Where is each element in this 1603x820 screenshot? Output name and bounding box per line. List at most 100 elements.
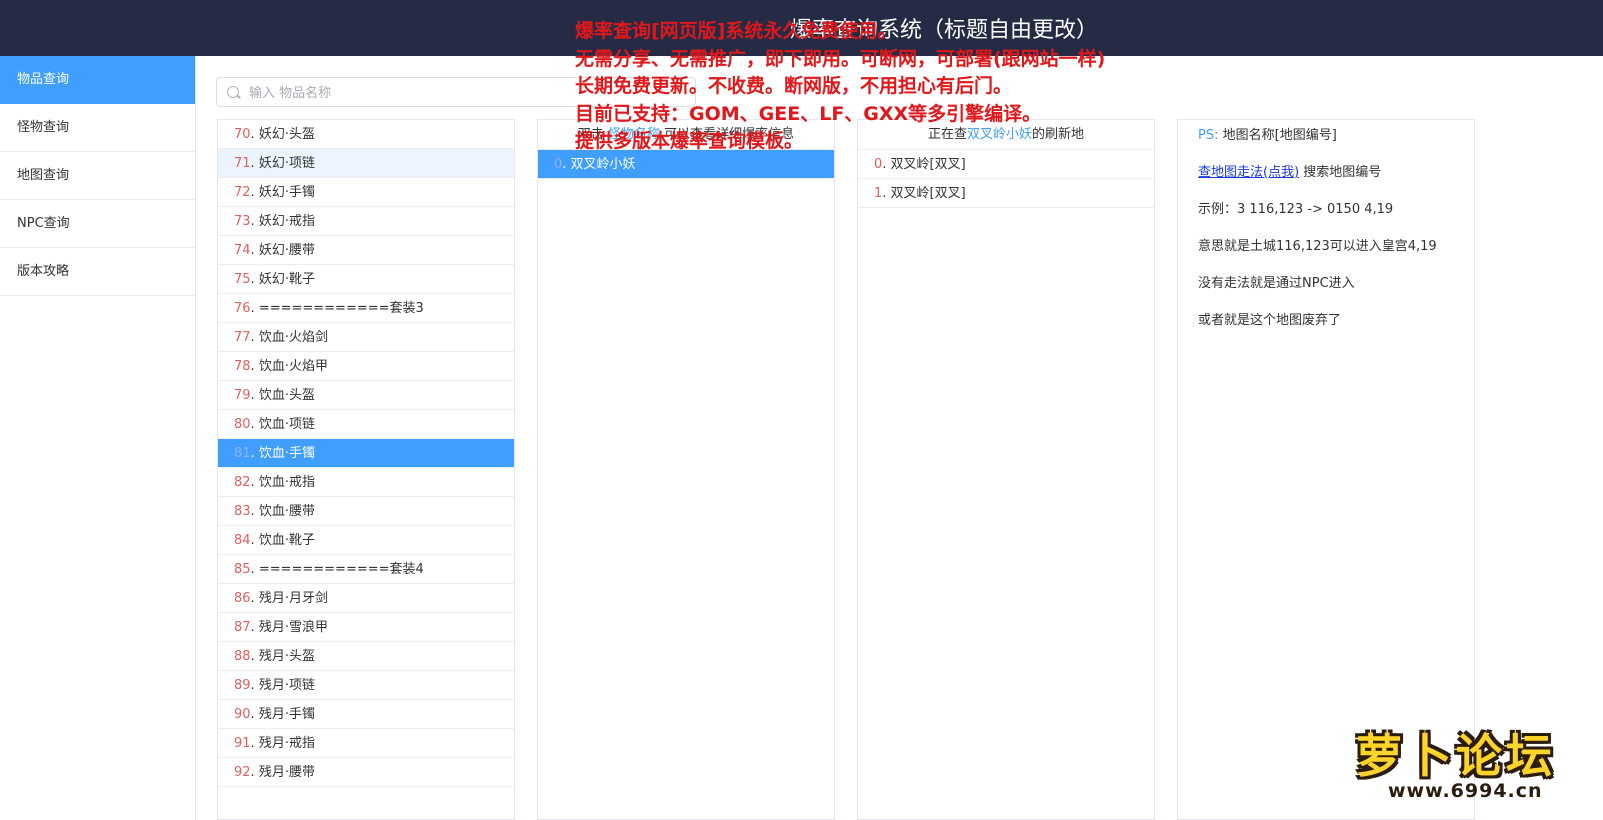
row-label: ============套装3 [258, 301, 424, 316]
item-row[interactable]: 75. 妖幻·靴子 [218, 265, 514, 294]
item-row[interactable]: 83. 饮血·腰带 [218, 497, 514, 526]
sidebar-item-map-query[interactable]: 地图查询 [0, 152, 195, 200]
watermark-logo-text: 萝卜论坛 [1356, 729, 1556, 783]
item-row[interactable]: 70. 妖幻·头盔 [218, 120, 514, 149]
item-row[interactable]: 84. 饮血·靴子 [218, 526, 514, 555]
row-label: 妖幻·靴子 [258, 272, 315, 287]
item-row[interactable]: 79. 饮血·头盔 [218, 381, 514, 410]
row-number: 90 [234, 707, 251, 722]
row-number: 75 [234, 272, 251, 287]
row-number: 76 [234, 301, 251, 316]
item-row[interactable]: 78. 饮血·火焰甲 [218, 352, 514, 381]
row-number: 71 [234, 156, 251, 171]
map-row[interactable]: 1. 双叉岭[双叉] [858, 179, 1154, 208]
row-number: 78 [234, 359, 251, 374]
row-number: 89 [234, 678, 251, 693]
sidebar-item-npc-query[interactable]: NPC查询 [0, 200, 195, 248]
item-row[interactable]: 88. 残月·头盔 [218, 642, 514, 671]
row-label: 双叉岭[双叉] [890, 157, 966, 172]
row-number: 84 [234, 533, 251, 548]
row-number: 88 [234, 649, 251, 664]
row-number: 72 [234, 185, 251, 200]
info-panel: PS: 地图名称[地图编号] 查地图走法(点我) 搜索地图编号 示例：3 116… [1177, 119, 1475, 820]
sidebar-item-monster-query[interactable]: 怪物查询 [0, 104, 195, 152]
map-panel: 正在查双叉岭小妖的刷新地 0. 双叉岭[双叉] 1. 双叉岭[双叉] [857, 119, 1155, 820]
row-label: 残月·头盔 [258, 649, 315, 664]
info-line: 意思就是土城116,123可以进入皇宫4,19 [1198, 239, 1437, 254]
promo-line: 爆率查询[网页版]系统永久免费使用。 [575, 20, 897, 42]
row-label: 妖幻·项链 [258, 156, 315, 171]
item-row[interactable]: 82. 饮血·戒指 [218, 468, 514, 497]
item-row[interactable]: 76. ============套装3 [218, 294, 514, 323]
row-label: 饮血·靴子 [258, 533, 315, 548]
search-icon [227, 86, 239, 98]
ps-line: PS: 地图名称[地图编号] [1178, 127, 1474, 145]
map-route-line: 查地图走法(点我) 搜索地图编号 [1178, 164, 1474, 182]
monster-panel: 双击 怪物名称 可以查看详细爆率信息 0. 双叉岭小妖 [537, 119, 835, 820]
row-number: 77 [234, 330, 251, 345]
row-label: 饮血·火焰甲 [258, 359, 328, 374]
ps-text: 地图名称[地图编号] [1222, 128, 1337, 143]
row-number: 81 [234, 446, 251, 461]
row-label: ============套装4 [258, 562, 424, 577]
row-number: 92 [234, 765, 251, 780]
row-label: 残月·手镯 [258, 707, 315, 722]
row-label: 妖幻·戒指 [258, 214, 315, 229]
row-number: 79 [234, 388, 251, 403]
promo-line: 长期免费更新。不收费。断网版，不用担心有后门。 [575, 75, 1013, 97]
row-label: 残月·戒指 [258, 736, 315, 751]
map-route-suffix: 搜索地图编号 [1303, 165, 1382, 180]
item-row[interactable]: 71. 妖幻·项链 [218, 149, 514, 178]
row-number: 70 [234, 127, 251, 142]
item-row[interactable]: 92. 残月·腰带 [218, 758, 514, 787]
item-row[interactable]: 85. ============套装4 [218, 555, 514, 584]
item-row[interactable]: 73. 妖幻·戒指 [218, 207, 514, 236]
item-row[interactable]: 80. 饮血·项链 [218, 410, 514, 439]
item-row[interactable]: 86. 残月·月牙剑 [218, 584, 514, 613]
row-label: 残月·雪浪甲 [258, 620, 328, 635]
row-label: 饮血·手镯 [258, 446, 315, 461]
row-number: 85 [234, 562, 251, 577]
info-line: 示例：3 116,123 -> 0150 4,19 [1198, 202, 1394, 217]
item-row[interactable]: 91. 残月·戒指 [218, 729, 514, 758]
item-row[interactable]: 74. 妖幻·腰带 [218, 236, 514, 265]
row-label: 妖幻·腰带 [258, 243, 315, 258]
row-number: 74 [234, 243, 251, 258]
sidebar: 物品查询 怪物查询 地图查询 NPC查询 版本攻略 [0, 56, 196, 820]
row-number: 0 [554, 157, 563, 172]
row-label: 饮血·戒指 [258, 475, 315, 490]
sidebar-item-guide[interactable]: 版本攻略 [0, 248, 195, 296]
row-number: 0 [874, 157, 883, 172]
map-route-link[interactable]: 查地图走法(点我) [1198, 165, 1299, 180]
row-number: 87 [234, 620, 251, 635]
row-label: 妖幻·头盔 [258, 127, 315, 142]
sidebar-item-item-query[interactable]: 物品查询 [0, 56, 195, 104]
row-label: 残月·月牙剑 [258, 591, 328, 606]
row-number: 73 [234, 214, 251, 229]
row-label: 妖幻·手镯 [258, 185, 315, 200]
row-label: 双叉岭小妖 [570, 157, 636, 172]
promo-overlay: 爆率查询[网页版]系统永久免费使用。 无需分享、无需推广，即下即用。可断网，可部… [575, 18, 1105, 156]
item-row[interactable]: 81. 饮血·手镯 [218, 439, 514, 468]
item-row[interactable]: 90. 残月·手镯 [218, 700, 514, 729]
ps-label: PS: [1198, 128, 1219, 143]
row-label: 饮血·头盔 [258, 388, 315, 403]
item-row[interactable]: 87. 残月·雪浪甲 [218, 613, 514, 642]
row-number: 83 [234, 504, 251, 519]
row-number: 80 [234, 417, 251, 432]
item-row[interactable]: 77. 饮血·火焰剑 [218, 323, 514, 352]
row-label: 残月·腰带 [258, 765, 315, 780]
watermark-url: www.6994.cn [1388, 780, 1543, 802]
row-label: 残月·项链 [258, 678, 315, 693]
row-label: 饮血·火焰剑 [258, 330, 328, 345]
site-watermark-logo: 萝卜论坛 www.6994.cn [1348, 720, 1588, 812]
row-label: 饮血·项链 [258, 417, 315, 432]
row-number: 1 [874, 186, 883, 201]
info-line: 没有走法就是通过NPC进入 [1198, 276, 1355, 291]
item-row[interactable]: 72. 妖幻·手镯 [218, 178, 514, 207]
promo-line: 目前已支持：GOM、GEE、LF、GXX等多引擎编译。 [575, 102, 1042, 125]
item-list-panel: 70. 妖幻·头盔 71. 妖幻·项链 72. 妖幻·手镯 73. 妖幻·戒指 74. … [217, 119, 515, 820]
item-row[interactable]: 89. 残月·项链 [218, 671, 514, 700]
row-label: 双叉岭[双叉] [890, 186, 966, 201]
info-line: 或者就是这个地图废弃了 [1198, 313, 1342, 328]
